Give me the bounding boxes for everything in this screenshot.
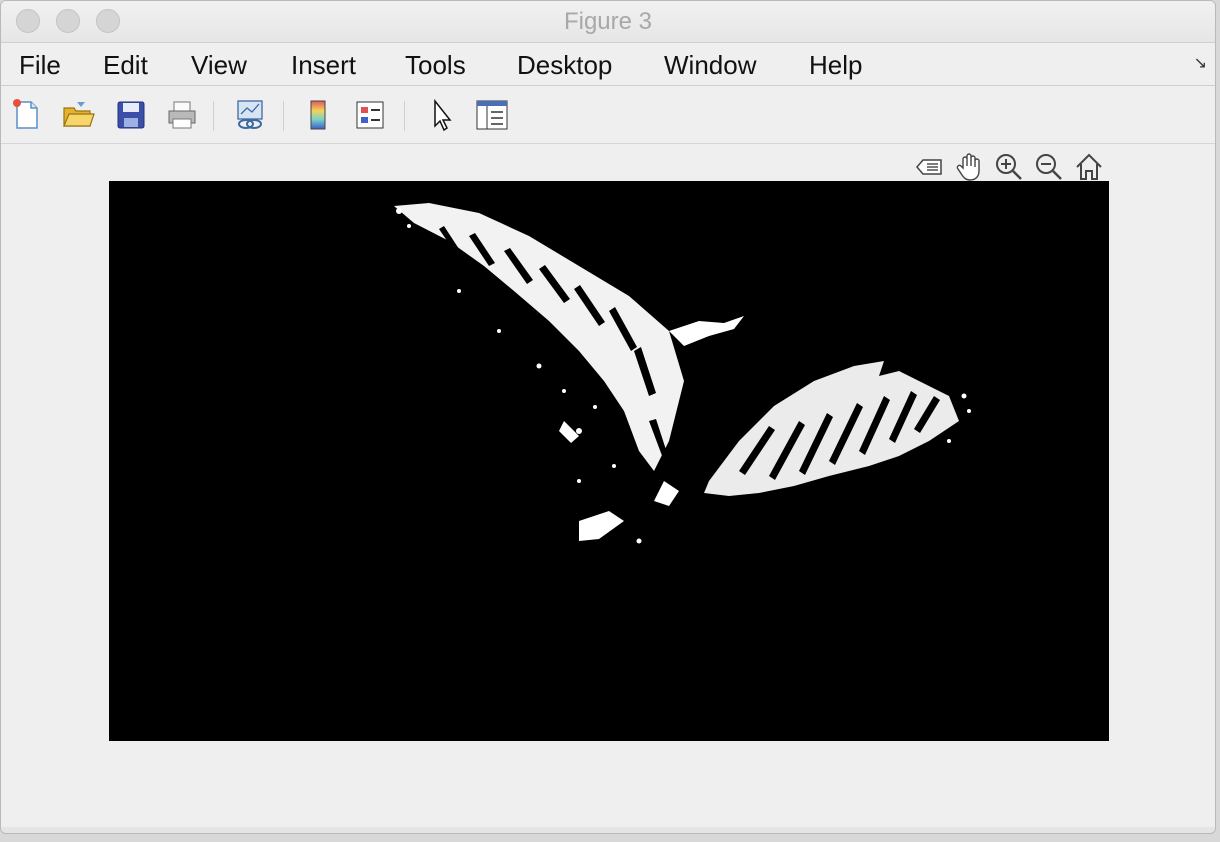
- window-title: Figure 3: [563, 8, 653, 35]
- menu-file[interactable]: File: [19, 49, 61, 81]
- menu-view[interactable]: View: [191, 49, 247, 81]
- menu-window[interactable]: Window: [664, 49, 756, 81]
- zoom-in-icon: [996, 154, 1022, 180]
- data-tips-button[interactable]: [911, 149, 947, 185]
- dock-figure-icon[interactable]: ↘: [1194, 53, 1207, 73]
- save-icon: [117, 101, 145, 129]
- new-figure-icon: [13, 99, 38, 129]
- restore-view-icon: [1076, 153, 1102, 180]
- property-inspector-button[interactable]: [472, 97, 510, 133]
- insert-colorbar-icon: [310, 100, 326, 130]
- zoom-out-button[interactable]: [1031, 149, 1067, 185]
- zoom-out-icon: [1036, 154, 1062, 180]
- butterfly-image: [109, 181, 1109, 741]
- menu-desktop[interactable]: Desktop: [517, 49, 612, 81]
- menu-edit[interactable]: Edit: [103, 49, 148, 81]
- menu-separator: [1, 85, 1215, 86]
- toolbar-separator: [404, 101, 405, 131]
- toolbar-separator: [213, 101, 214, 131]
- zoom-in-button[interactable]: [991, 149, 1027, 185]
- menu-help[interactable]: Help: [809, 49, 862, 81]
- open-file-icon: [63, 102, 95, 127]
- figure-toolbar: [1, 87, 1215, 144]
- new-figure-button[interactable]: [8, 97, 46, 133]
- insert-legend-icon: [356, 101, 384, 129]
- edit-plot-button[interactable]: [421, 97, 459, 133]
- pan-button[interactable]: [951, 149, 987, 185]
- pan-icon: [956, 153, 980, 181]
- link-plot-button[interactable]: [231, 97, 269, 133]
- toolbar-separator: [283, 101, 284, 131]
- window-bottom-edge: [1, 827, 1215, 833]
- menu-tools[interactable]: Tools: [405, 49, 466, 81]
- figure-window: Figure 3 File Edit View Insert Tools Des…: [0, 0, 1216, 834]
- menu-insert[interactable]: Insert: [291, 49, 356, 81]
- edit-plot-icon: [434, 98, 452, 132]
- insert-colorbar-button[interactable]: [299, 97, 337, 133]
- insert-legend-button[interactable]: [351, 97, 389, 133]
- title-bar[interactable]: Figure 3: [1, 1, 1215, 43]
- print-icon: [168, 101, 196, 129]
- restore-view-button[interactable]: [1071, 149, 1107, 185]
- property-inspector-icon: [476, 100, 508, 130]
- link-plot-icon: [237, 100, 263, 129]
- data-tips-icon: [916, 159, 942, 175]
- figure-axes-image[interactable]: [109, 181, 1109, 741]
- save-button[interactable]: [112, 97, 150, 133]
- open-file-button[interactable]: [59, 97, 97, 133]
- print-button[interactable]: [163, 97, 201, 133]
